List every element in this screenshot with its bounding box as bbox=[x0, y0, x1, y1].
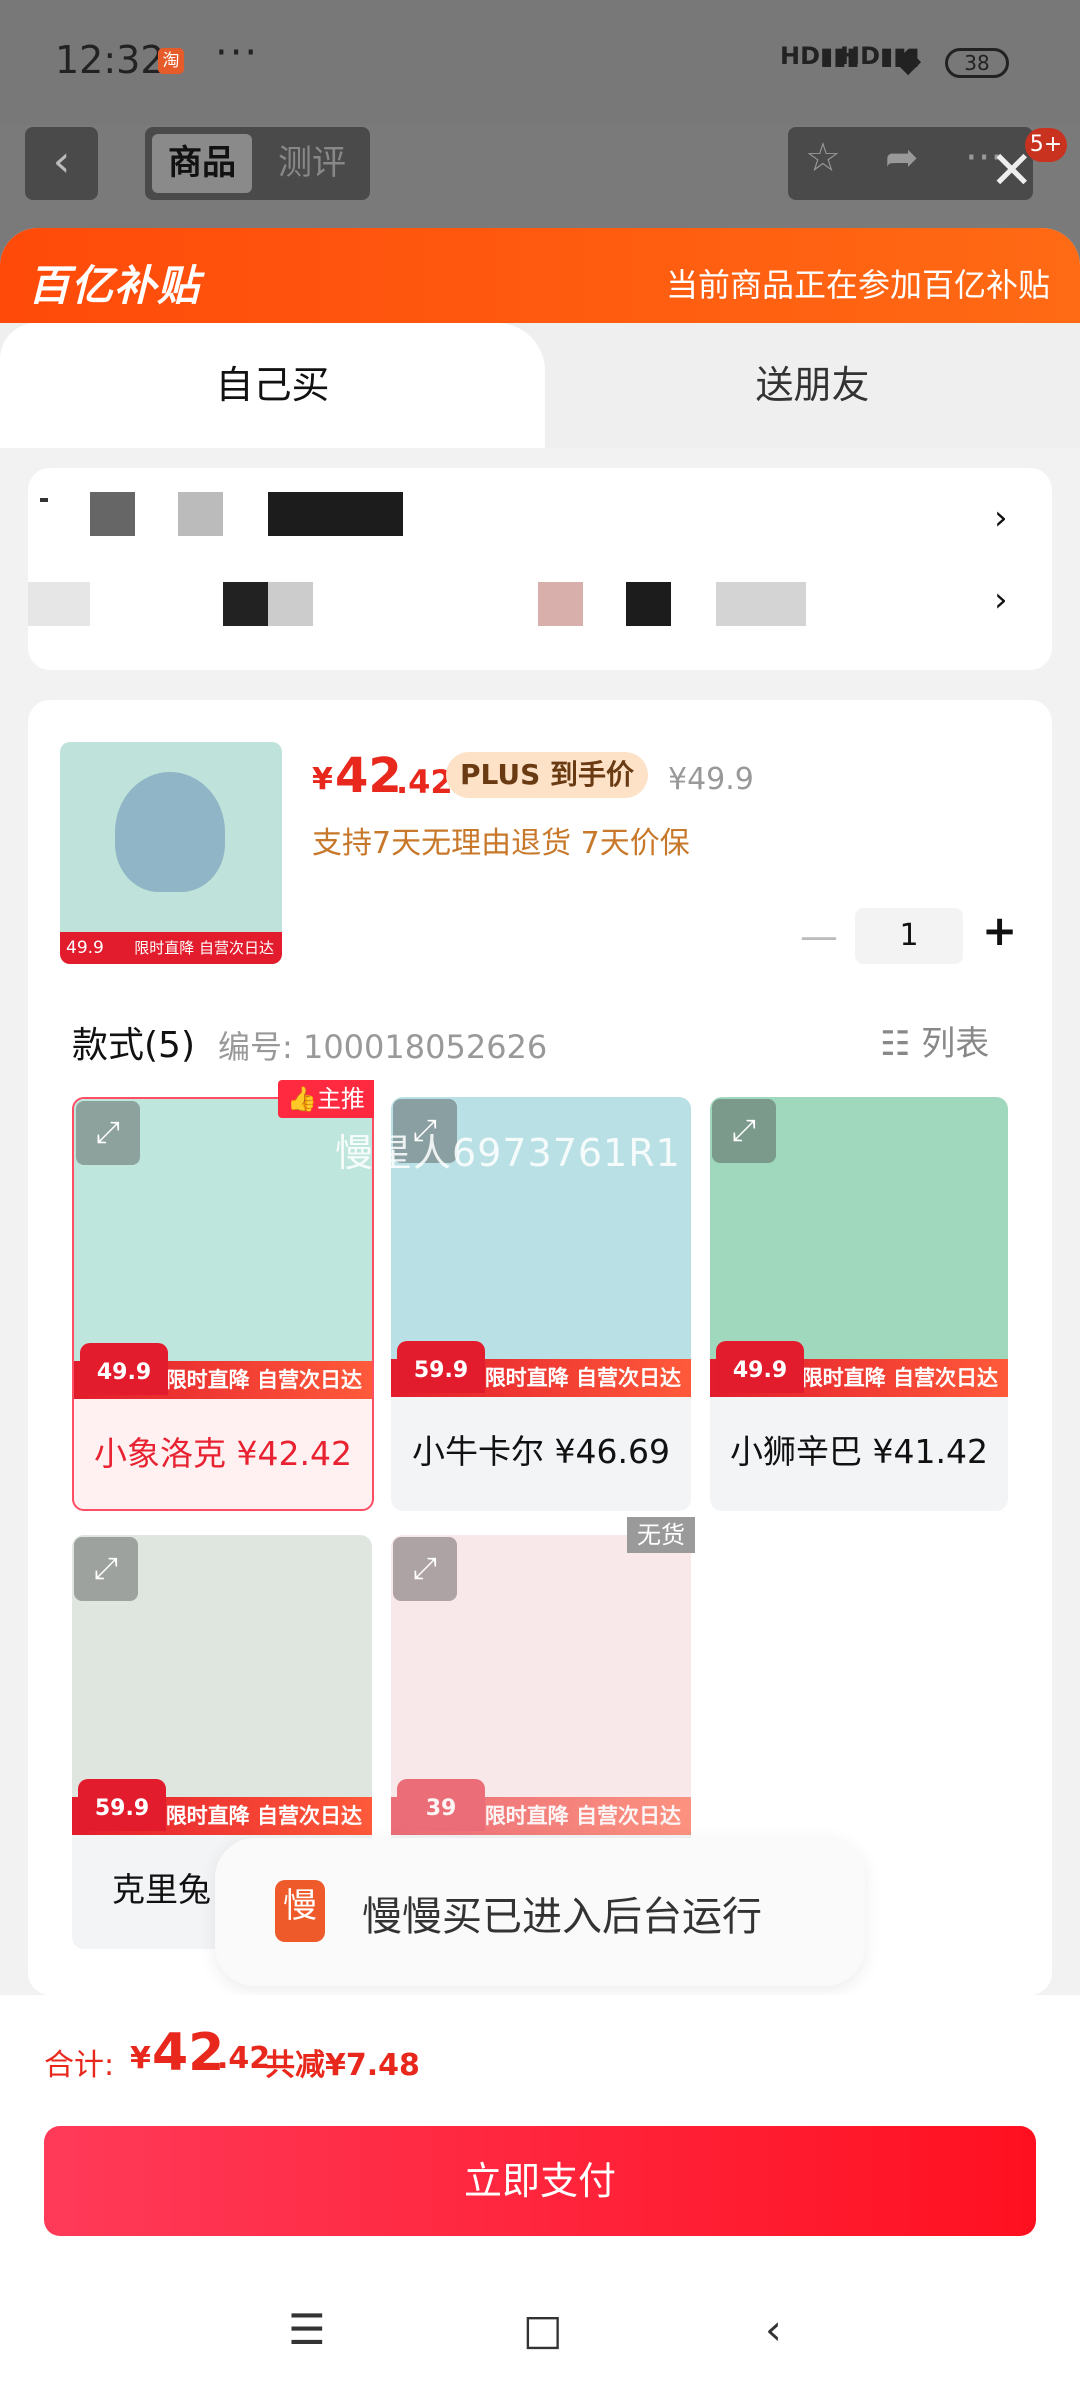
share-icon[interactable]: ➦ bbox=[885, 135, 919, 181]
wifi-icon: ◆ bbox=[895, 40, 922, 80]
list-icon: ☷ bbox=[880, 1024, 922, 1064]
subsidy-logo: 百亿补贴 bbox=[28, 261, 201, 310]
chevron-right-icon: › bbox=[994, 580, 1008, 620]
expand-icon[interactable]: ⤢ bbox=[74, 1537, 138, 1601]
promo-strip: 49.9 限时直降 自营次日达 bbox=[710, 1341, 1008, 1397]
subsidy-text: 当前商品正在参加百亿补贴 bbox=[665, 266, 1050, 304]
redacted-block bbox=[716, 582, 806, 626]
expand-icon[interactable]: ⤢ bbox=[393, 1537, 457, 1601]
watermark-text: 慢星人6973761R1 bbox=[335, 1131, 681, 1175]
back-nav-icon[interactable]: ‹ bbox=[765, 2305, 782, 2354]
expand-icon[interactable]: ⤢ bbox=[712, 1099, 776, 1163]
back-button[interactable]: ‹ bbox=[25, 127, 98, 200]
variant-label: 小狮辛巴 ¥41.42 bbox=[730, 1432, 988, 1471]
status-time: 12:32 bbox=[55, 38, 165, 82]
segment-product[interactable]: 商品 bbox=[152, 134, 252, 193]
product-code: 编号: 100018052626 bbox=[218, 1028, 548, 1066]
status-more-icon: ··· bbox=[215, 30, 260, 76]
guarantee-text: 支持7天无理由退货 7天价保 bbox=[312, 826, 690, 861]
redacted-block bbox=[268, 492, 403, 536]
redacted-block bbox=[223, 582, 268, 626]
thumbs-up-icon: 👍 bbox=[287, 1085, 317, 1113]
toast-text: 慢慢买已进入后台运行 bbox=[362, 1894, 762, 1940]
redacted-block bbox=[268, 582, 313, 626]
tab-send-friend[interactable]: 送朋友 bbox=[545, 323, 1080, 448]
redacted-block bbox=[538, 582, 583, 626]
promo-strip: 39 限时直降 自营次日达 bbox=[391, 1779, 691, 1835]
variant-card[interactable]: ⤢ 49.9 限时直降 自营次日达 小狮辛巴 ¥41.42 bbox=[710, 1097, 1008, 1511]
quantity-input[interactable]: 1 bbox=[855, 908, 963, 964]
redacted-block bbox=[178, 492, 223, 536]
variant-label: 小象洛克 ¥42.42 bbox=[94, 1434, 352, 1473]
redacted-block bbox=[90, 492, 135, 536]
total-integer: 42 bbox=[152, 2023, 225, 2083]
tab-buy-self[interactable]: 自己买 bbox=[0, 323, 545, 448]
price-symbol: ¥ bbox=[312, 762, 333, 797]
pay-now-button[interactable]: 立即支付 bbox=[44, 2126, 1036, 2236]
battery-icon: 38 bbox=[945, 48, 1009, 78]
redacted-block bbox=[28, 582, 90, 626]
total-decimal: .42 bbox=[217, 2041, 271, 2076]
elephant-toy-image bbox=[115, 772, 225, 892]
styles-title: 款式(5) bbox=[72, 1025, 195, 1066]
menu-nav-icon[interactable]: ☰ bbox=[288, 2305, 326, 2354]
promo-strip: 59.9 限时直降 自营次日达 bbox=[391, 1341, 691, 1397]
variant-label: 小牛卡尔 ¥46.69 bbox=[412, 1432, 670, 1471]
favorite-star-icon[interactable]: ☆ bbox=[805, 135, 841, 181]
quantity-minus-button[interactable]: — bbox=[800, 914, 838, 958]
taobao-app-icon: 淘 bbox=[158, 48, 184, 74]
promo-strip: 59.9 限时直降 自营次日达 bbox=[72, 1779, 372, 1835]
variant-card[interactable]: ⤢ 49.9 限时直降 自营次日达 小象洛克 ¥42.42 bbox=[72, 1097, 374, 1511]
thumb-promo-strip: 49.9 限时直降 自营次日达 bbox=[60, 932, 282, 964]
manmanmai-app-icon: 慢 bbox=[275, 1880, 325, 1942]
redacted-block bbox=[626, 582, 671, 626]
redacted-block bbox=[40, 498, 48, 502]
out-of-stock-tag: 无货 bbox=[627, 1517, 695, 1553]
recommended-tag: 👍主推 bbox=[278, 1080, 374, 1118]
original-price: ¥49.9 bbox=[668, 762, 754, 797]
total-symbol: ¥ bbox=[130, 2041, 151, 2076]
total-savings: 共减¥7.48 bbox=[265, 2048, 420, 2083]
quantity-plus-button[interactable]: + bbox=[982, 906, 1017, 955]
price-integer: 42 bbox=[335, 748, 402, 804]
segment-review[interactable]: 测评 bbox=[262, 134, 362, 193]
product-thumbnail: 49.9 限时直降 自营次日达 bbox=[60, 742, 282, 964]
home-nav-icon[interactable]: □ bbox=[523, 2305, 563, 2354]
address-card[interactable]: › › bbox=[28, 468, 1052, 670]
close-icon[interactable]: ✕ bbox=[990, 145, 1034, 197]
promo-strip: 49.9 限时直降 自营次日达 bbox=[74, 1343, 372, 1399]
expand-icon[interactable]: ⤢ bbox=[76, 1101, 140, 1165]
price-decimal: .42 bbox=[396, 763, 453, 801]
list-view-button[interactable]: ☷ 列表 bbox=[880, 1016, 989, 1065]
chevron-right-icon: › bbox=[994, 498, 1008, 538]
total-label: 合计: bbox=[44, 2048, 115, 2083]
plus-price-tag: PLUS 到手价 bbox=[446, 752, 649, 798]
